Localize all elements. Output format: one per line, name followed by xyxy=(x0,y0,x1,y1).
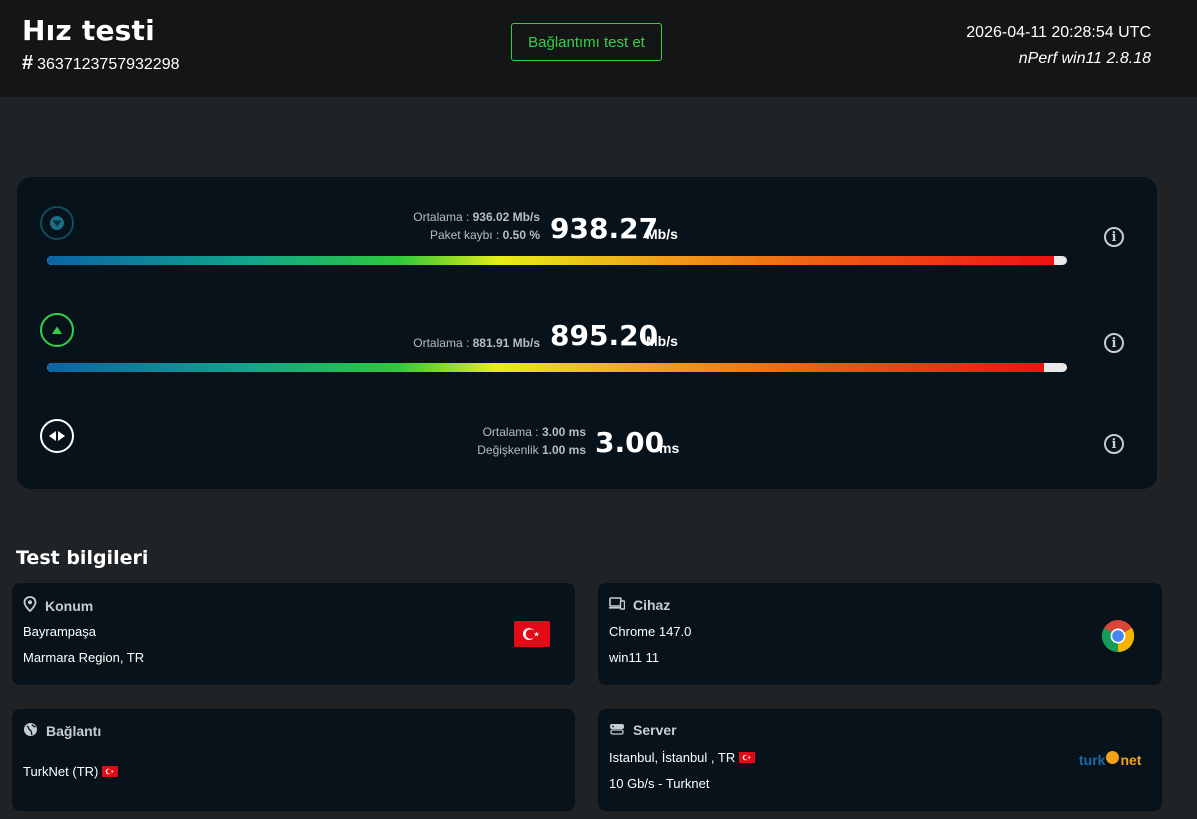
download-speed-value: 938.27 xyxy=(550,212,659,245)
location-card: Konum Bayrampaşa Marmara Region, TR xyxy=(12,583,575,685)
chrome-logo-icon xyxy=(1101,619,1135,653)
latency-info-icon[interactable]: i xyxy=(1104,434,1124,454)
upload-speed-bar xyxy=(47,363,1067,372)
header: Hız testi #3637123757932298 Bağlantımı t… xyxy=(0,0,1197,97)
test-datetime: 2026-04-11 20:28:54 UTC xyxy=(966,24,1151,41)
globe-icon xyxy=(23,722,38,740)
test-id-value: 3637123757932298 xyxy=(37,56,180,73)
turkey-flag-icon xyxy=(102,766,119,777)
results-panel: Ortalama : 936.02 Mb/s Paket kaybı : 0.5… xyxy=(17,177,1157,489)
upload-arrow-icon xyxy=(40,313,74,347)
retest-button[interactable]: Bağlantımı test et xyxy=(511,23,662,61)
location-card-title: Konum xyxy=(23,596,93,615)
latency-average: Ortalama : 3.00 ms xyxy=(482,425,586,439)
upload-speed-bar-fill xyxy=(47,363,1044,372)
device-os: win11 11 xyxy=(609,650,660,665)
device-card: Cihaz Chrome 147.0 win11 11 xyxy=(598,583,1162,685)
turkey-flag-icon xyxy=(739,752,756,763)
hash-symbol: # xyxy=(22,52,34,74)
upload-info-icon[interactable]: i xyxy=(1104,333,1124,353)
location-region: Marmara Region, TR xyxy=(23,650,145,665)
download-info-icon[interactable]: i xyxy=(1104,227,1124,247)
upload-speed-unit: Mb/s xyxy=(646,333,678,349)
server-icon xyxy=(609,722,625,738)
download-packet-loss: Paket kaybı : 0.50 % xyxy=(429,228,540,242)
latency-jitter: Değişkenlik 1.00 ms xyxy=(477,443,586,457)
turknet-logo: turk net xyxy=(1079,750,1142,768)
upload-speed-value: 895.20 xyxy=(550,319,659,352)
connection-isp: TurkNet (TR) xyxy=(23,764,119,779)
connection-card-title: Bağlantı xyxy=(23,722,101,740)
turkey-flag-icon xyxy=(514,621,550,647)
server-card-title: Server xyxy=(609,722,677,738)
server-capacity: 10 Gb/s - Turknet xyxy=(609,776,710,791)
download-arrow-icon xyxy=(40,206,74,240)
app-version: nPerf win11 2.8.18 xyxy=(1018,50,1151,67)
section-title: Test bilgileri xyxy=(16,547,149,569)
download-stats: Ortalama : 936.02 Mb/s Paket kaybı : 0.5… xyxy=(413,208,540,244)
location-pin-icon xyxy=(23,596,37,615)
device-browser: Chrome 147.0 xyxy=(609,624,692,639)
test-id: #3637123757932298 xyxy=(22,52,180,75)
device-icon xyxy=(609,596,626,613)
latency-value: 3.00 xyxy=(595,426,665,459)
download-speed-bar-fill xyxy=(47,256,1054,265)
server-card: Server Istanbul, İstanbul , TR 10 Gb/s -… xyxy=(598,709,1162,811)
page-title: Hız testi xyxy=(22,14,155,47)
connection-card: Bağlantı TurkNet (TR) xyxy=(12,709,575,811)
upload-stats: Ortalama : 881.91 Mb/s xyxy=(413,334,540,352)
device-card-title: Cihaz xyxy=(609,596,670,613)
upload-average: Ortalama : 881.91 Mb/s xyxy=(413,336,540,350)
download-speed-bar xyxy=(47,256,1067,265)
latency-stats: Ortalama : 3.00 ms Değişkenlik 1.00 ms xyxy=(477,423,586,459)
latency-icon xyxy=(40,419,74,453)
download-speed-unit: Mb/s xyxy=(646,226,678,242)
latency-unit: ms xyxy=(659,440,680,456)
location-city: Bayrampaşa xyxy=(23,624,96,639)
server-location: Istanbul, İstanbul , TR xyxy=(609,750,756,765)
download-average: Ortalama : 936.02 Mb/s xyxy=(413,210,540,224)
